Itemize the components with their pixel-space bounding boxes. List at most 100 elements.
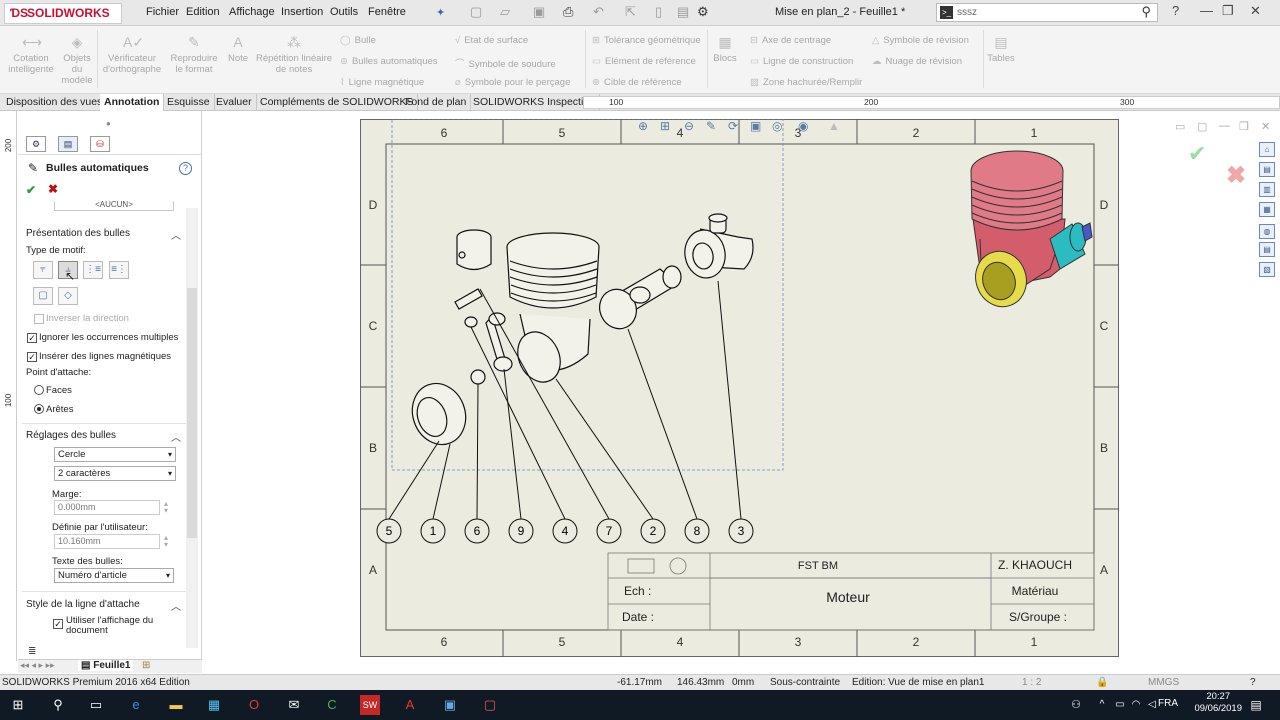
datum-feature-button[interactable]: ▭ Elément de référence (592, 56, 696, 67)
sheet-nav-icon[interactable]: ◂◂ ◂ ▸ ▸▸ (20, 660, 55, 671)
chevron-up-icon[interactable]: ︿ (171, 598, 181, 613)
menu-insertion[interactable]: Insertion (281, 6, 323, 18)
design-library-icon[interactable]: ▥ (1259, 182, 1275, 197)
help-icon[interactable]: ? (1172, 3, 1179, 18)
hole-callout-button[interactable]: ⌀ Symbole pour le perçage (455, 77, 570, 88)
status-scale[interactable]: 1 : 2 (1022, 677, 1041, 688)
note-button[interactable]: A Note (224, 34, 252, 64)
view-tile-icon[interactable]: ▢ (1197, 120, 1207, 133)
close-icon[interactable]: ✕ (1250, 3, 1261, 19)
chevron-up-icon[interactable]: ︿ (171, 429, 181, 444)
search-input[interactable]: sssz (957, 7, 977, 18)
layout-square-button[interactable]: ▢ (33, 287, 53, 305)
opera-icon[interactable]: O (244, 695, 264, 715)
panel-grip-icon[interactable]: ● (106, 119, 111, 128)
tab-annotation[interactable]: Annotation (100, 94, 165, 111)
recorder-icon[interactable]: ▢ (480, 695, 500, 715)
layout-left-button[interactable]: ⋮≡ (83, 261, 103, 279)
truncated-combo[interactable]: <AUCUN> (54, 201, 174, 211)
people-icon[interactable]: ⚇ (1066, 695, 1086, 715)
start-icon[interactable]: ⊞ (8, 695, 28, 715)
section-ligne-attache[interactable]: Style de la ligne d'attache ︿ (26, 599, 181, 613)
status-rebuild-icon[interactable]: 🔒 (1096, 677, 1108, 688)
auto-balloon-button[interactable]: ⊚ Bulles automatiques (340, 56, 438, 67)
save-icon[interactable]: ▣ (533, 4, 545, 20)
section-presentation[interactable]: Présentation des bulles ︿ (26, 228, 181, 242)
balloon[interactable]: 6 (464, 518, 490, 544)
pin-icon[interactable]: ✦ (436, 6, 445, 19)
revision-symbol-button[interactable]: △ Symbole de révision (872, 35, 969, 46)
mail-icon[interactable]: ✉ (284, 695, 304, 715)
balloon[interactable]: 5 (376, 518, 402, 544)
blocks-button[interactable]: ▦ Blocs (710, 34, 740, 64)
sketch-icon[interactable]: ✎ (706, 119, 716, 133)
clock[interactable]: 20:27 09/06/2019 (1194, 691, 1242, 715)
appearance-icon[interactable]: ◉ (798, 119, 808, 133)
select-icon[interactable]: ⇱ (625, 4, 636, 20)
file-explorer-icon[interactable]: ▦ (1259, 202, 1275, 217)
tab-disposition-vues[interactable]: Disposition des vues (2, 94, 108, 111)
balloon[interactable]: 4 (552, 518, 578, 544)
acrobat-icon[interactable]: A (400, 695, 420, 715)
options-icon[interactable]: ⚙ (697, 4, 709, 20)
task-view-icon[interactable]: ▭ (86, 695, 106, 715)
centerline-button[interactable]: ⊟ Axe de centrage (750, 35, 831, 46)
magnetic-line-button[interactable]: ⌇ Ligne magnétique (340, 77, 424, 88)
new-icon[interactable]: ▢ (470, 4, 482, 20)
layout-top-button[interactable]: ⫧ (33, 261, 53, 279)
minimize-icon[interactable]: — (1200, 3, 1213, 18)
tab-evaluer[interactable]: Evaluer (212, 94, 257, 111)
datum-target-button[interactable]: ⊕ Cible de référence (592, 77, 682, 88)
status-help-icon[interactable]: ? (1250, 677, 1256, 688)
confirm-tick-icon[interactable]: ✔ (1188, 141, 1206, 167)
aretes-radio[interactable] (34, 404, 44, 414)
store-icon[interactable]: ▦ (204, 695, 224, 715)
spin-icon[interactable]: ▴ ▾ (164, 500, 168, 515)
appearances-icon[interactable]: ▤ (1259, 242, 1275, 257)
balloon-button[interactable]: ◯ Bulle (340, 35, 376, 46)
tab-inspection[interactable]: SOLIDWORKS Inspection (469, 94, 600, 111)
restore-icon[interactable]: ❐ (1222, 3, 1234, 19)
custom-props-icon[interactable]: ▧ (1259, 262, 1275, 277)
display-style-icon[interactable]: ▣ (750, 119, 761, 133)
cancel-button[interactable]: ✖ (48, 182, 58, 196)
rotate-icon[interactable]: ⟳ (728, 119, 738, 133)
feature-manager-icon[interactable]: ⚙ (26, 136, 46, 152)
faces-radio[interactable] (34, 385, 44, 395)
tab-complements[interactable]: Compléments de SOLIDWORKS (256, 94, 419, 111)
spin-icon[interactable]: ▴ ▾ (164, 534, 168, 549)
view-min-icon[interactable]: ▭ (1175, 120, 1185, 133)
balloon[interactable]: 1 (420, 518, 446, 544)
notifications-icon[interactable]: ▤ (1246, 695, 1266, 715)
balloon[interactable]: 7 (596, 518, 622, 544)
resources-icon[interactable]: ▤ (1259, 162, 1275, 177)
balloon-size-select[interactable]: 2 caractères ▾ (54, 466, 176, 481)
search-box[interactable]: >_ sssz ⚲ (936, 3, 1158, 22)
tab-fond-de-plan[interactable]: Fond de plan (401, 94, 472, 111)
view-palette-icon[interactable]: ◍ (1259, 224, 1275, 239)
spell-check-button[interactable]: A✓ Vérificateur d'orthographe (100, 34, 164, 75)
ok-button[interactable]: ✔ (26, 183, 36, 197)
balloon[interactable]: 9 (508, 518, 534, 544)
open-icon[interactable]: ▱ (500, 4, 510, 20)
balloon[interactable]: 3 (728, 518, 754, 544)
solidworks-taskbar-icon[interactable]: SW (360, 695, 380, 715)
marge-input[interactable]: 0.000mm (54, 500, 160, 515)
area-hatch-button[interactable]: ▨ Zone hachurée/Remplir (750, 77, 862, 88)
panel-scrollbar[interactable] (186, 208, 198, 648)
utiliser-affichage-checkbox[interactable]: ✓ (53, 619, 63, 629)
weld-symbol-button[interactable]: ⌒ Symbole de soudure (455, 56, 556, 70)
zoom-area-icon[interactable]: ⊞ (660, 119, 670, 133)
tab-esquisse[interactable]: Esquisse (163, 94, 215, 111)
file-explorer-taskbar-icon[interactable]: ▬ (166, 695, 186, 715)
section-reglages[interactable]: Réglages des bulles ︿ (26, 430, 181, 444)
rebuild-icon[interactable]: ▯ (655, 4, 662, 20)
config-manager-icon[interactable]: ⛁ (90, 136, 110, 152)
tray-chevron-icon[interactable]: ^ (1092, 695, 1112, 715)
layout-right-button[interactable]: ≡⋮ (109, 261, 129, 279)
linear-note-pattern-button[interactable]: ⁂ Répétition linéaire de notes (254, 34, 334, 75)
menu-fichier[interactable]: Fichier (146, 6, 179, 18)
balloon-group[interactable]: 5 1 6 9 4 7 2 8 3 (376, 518, 754, 544)
solidworks-logo[interactable]: ƊS SOLIDWORKS (4, 3, 122, 24)
confirm-cancel-icon[interactable]: ✖ (1226, 161, 1246, 190)
